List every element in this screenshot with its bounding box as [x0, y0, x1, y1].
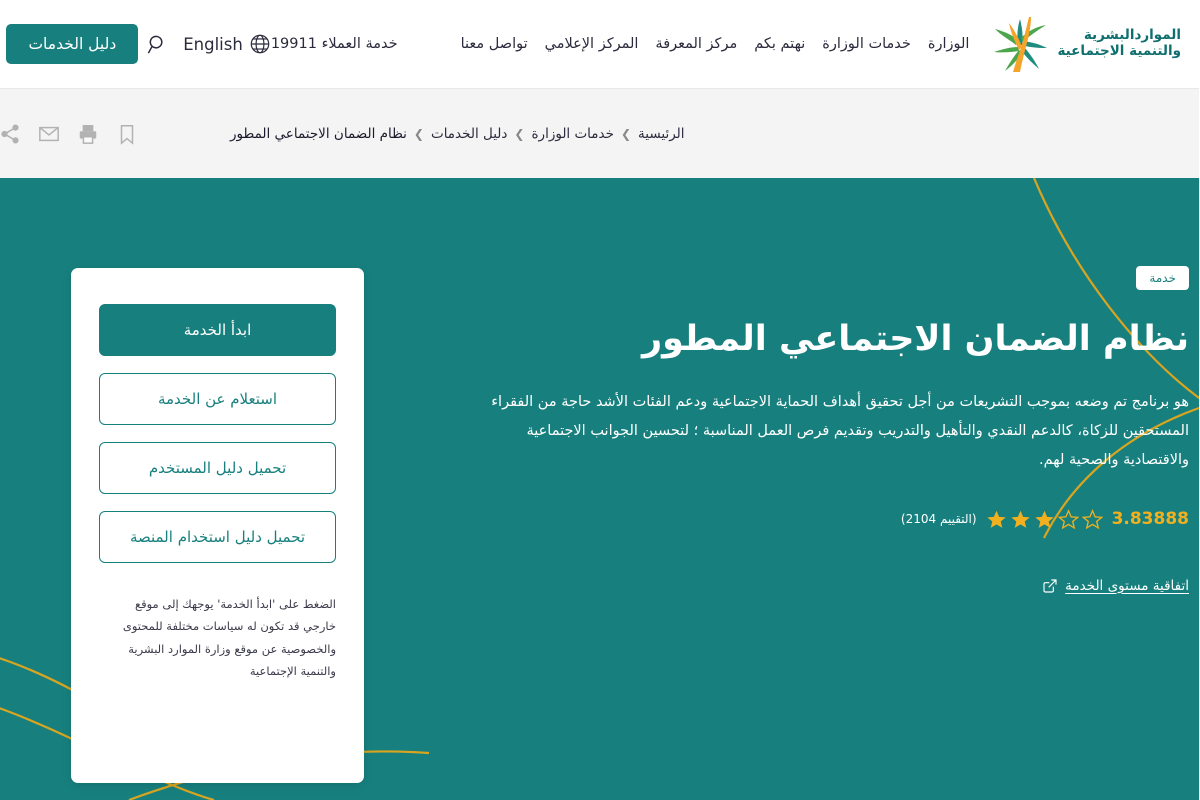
breadcrumb-home[interactable]: الرئيسية	[639, 126, 686, 142]
star-empty-icon[interactable]	[1058, 508, 1080, 530]
star-filled-icon[interactable]	[1011, 509, 1032, 530]
inquire-service-button[interactable]: استعلام عن الخدمة	[100, 373, 337, 425]
services-guide-button[interactable]: دليل الخدمات	[7, 24, 140, 64]
nav-ministry-services[interactable]: خدمات الوزارة	[823, 36, 912, 52]
nav-customer-service[interactable]: خدمة العملاء 19911	[272, 36, 399, 52]
ministry-logo[interactable]: المواردالبشرية والتنمية الاجتماعية	[990, 15, 1182, 73]
breadcrumb-current: نظام الضمان الاجتماعي المطور	[231, 125, 408, 142]
language-label: English	[184, 34, 244, 54]
share-icon[interactable]	[0, 123, 22, 145]
rating-count: (التقييم 2104)	[901, 512, 978, 527]
main-navigation: الوزارة خدمات الوزارة نهتم بكم مركز المع…	[272, 36, 971, 52]
globe-icon	[251, 34, 271, 54]
nav-we-care[interactable]: نهتم بكم	[755, 36, 806, 52]
star-empty-icon[interactable]	[1082, 508, 1104, 530]
rating-row: 3.83888 (التقييم 2104)	[490, 508, 1190, 530]
service-description: هو برنامج تم وضعه بموجب التشريعات من أجل…	[492, 393, 1190, 468]
email-icon[interactable]	[39, 123, 61, 145]
sla-link[interactable]: اتفاقية مستوى الخدمة	[490, 578, 1190, 594]
download-platform-guide-button[interactable]: تحميل دليل استخدام المنصة	[100, 511, 337, 563]
service-type-badge: خدمة	[1137, 266, 1190, 290]
nav-media-center[interactable]: المركز الإعلامي	[546, 36, 640, 52]
sla-link-label: اتفاقية مستوى الخدمة	[1066, 577, 1190, 594]
start-service-button[interactable]: ابدأ الخدمة	[100, 304, 337, 356]
breadcrumb-bar: الرئيسية ❯ خدمات الوزارة ❯ دليل الخدمات …	[0, 88, 1200, 178]
nav-ministry[interactable]: الوزارة	[929, 36, 971, 52]
download-user-guide-button[interactable]: تحميل دليل المستخدم	[100, 442, 337, 494]
hero-section: خدمة نظام الضمان الاجتماعي المطور هو برن…	[0, 178, 1200, 800]
print-icon[interactable]	[78, 123, 100, 145]
external-site-note: الضغط على 'ابدأ الخدمة' يوجهك إلى موقع خ…	[123, 597, 337, 679]
star-filled-icon[interactable]	[987, 509, 1008, 530]
hero-content: خدمة نظام الضمان الاجتماعي المطور هو برن…	[0, 178, 1200, 800]
nav-knowledge-center[interactable]: مركز المعرفة	[656, 36, 738, 52]
ministry-logo-line2: والتنمية الاجتماعية	[1058, 43, 1182, 59]
breadcrumb-separator: ❯	[621, 126, 633, 141]
site-header: المواردالبشرية والتنمية الاجتماعية الوزا…	[0, 0, 1200, 88]
service-actions-card: ابدأ الخدمة استعلام عن الخدمة تحميل دليل…	[72, 268, 365, 783]
hero-text-column: خدمة نظام الضمان الاجتماعي المطور هو برن…	[480, 266, 1200, 594]
breadcrumb-separator: ❯	[515, 126, 526, 141]
breadcrumb: الرئيسية ❯ خدمات الوزارة ❯ دليل الخدمات …	[221, 126, 686, 142]
search-icon	[148, 35, 164, 53]
ministry-star-logo-icon	[995, 17, 1049, 72]
breadcrumb-services-guide[interactable]: دليل الخدمات	[432, 126, 508, 142]
ministry-logo-line1: المواردالبشرية	[1084, 27, 1182, 44]
breadcrumb-ministry-services[interactable]: خدمات الوزارة	[532, 126, 614, 142]
page-tools	[0, 123, 139, 145]
language-switcher[interactable]: English	[184, 33, 272, 55]
page-title: نظام الضمان الاجتماعي المطور	[643, 319, 1190, 359]
star-filled-icon[interactable]	[1035, 509, 1056, 530]
rating-stars[interactable]	[987, 508, 1104, 530]
nav-contact-us[interactable]: تواصل معنا	[462, 36, 529, 52]
ministry-logo-text: المواردالبشرية والتنمية الاجتماعية	[1058, 27, 1182, 60]
rating-value: 3.83888	[1112, 509, 1190, 530]
bookmark-icon[interactable]	[117, 123, 139, 145]
breadcrumb-separator: ❯	[414, 126, 425, 141]
search-button[interactable]	[147, 27, 170, 61]
external-link-icon	[1044, 579, 1058, 593]
